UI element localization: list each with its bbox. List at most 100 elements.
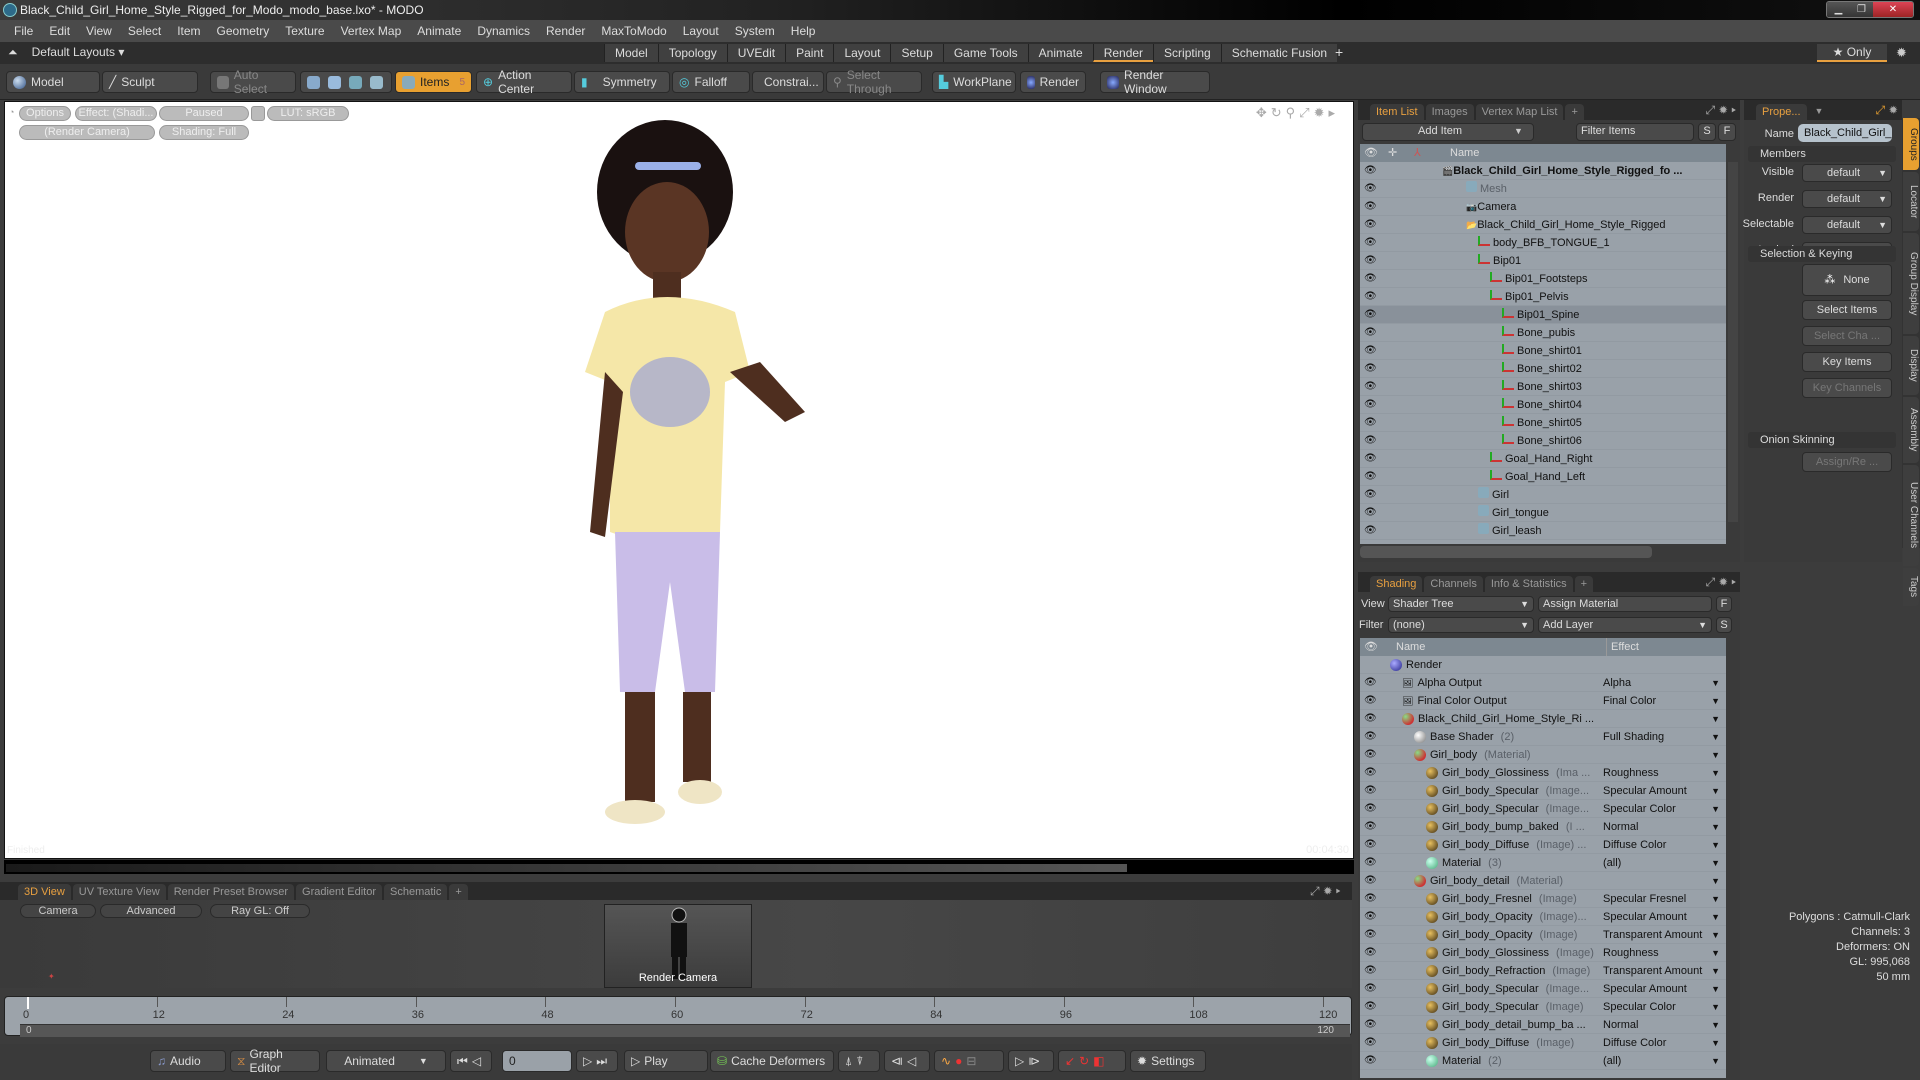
side-tab-tags[interactable]: Tags xyxy=(1903,568,1919,606)
tab-item-list[interactable]: Item List xyxy=(1370,104,1424,120)
tab-channels[interactable]: Channels xyxy=(1424,576,1483,592)
tab-game-tools[interactable]: Game Tools xyxy=(942,44,1028,62)
key-items-button[interactable]: Key Items xyxy=(1802,352,1892,372)
shader-row[interactable]: 👁 Girl_body (Material) ▼ xyxy=(1360,746,1726,764)
visibility-eye-icon[interactable]: 👁 xyxy=(1364,450,1378,468)
visibility-eye-icon[interactable]: 👁 xyxy=(1364,288,1378,306)
rotate-icon[interactable]: ↻ xyxy=(1271,105,1286,120)
viewport-menu-icon[interactable]: ◔ xyxy=(9,107,14,117)
chevron-down-icon[interactable]: ▼ xyxy=(1711,980,1720,998)
render-viewport[interactable]: ◔ Options Effect: (Shadi... Paused LUT: … xyxy=(4,101,1354,859)
visibility-eye-icon[interactable]: 👁 xyxy=(1364,252,1378,270)
maximize-icon[interactable]: ⤢ xyxy=(1310,884,1320,898)
visibility-eye-icon[interactable]: 👁 xyxy=(1364,908,1378,926)
effect-dropdown[interactable]: Alpha xyxy=(1603,674,1631,692)
shader-row[interactable]: 👁 Material (3) (all) ▼ xyxy=(1360,854,1726,872)
lut-dropdown[interactable]: LUT: sRGB xyxy=(267,106,349,121)
add-tab-button[interactable]: + xyxy=(1574,576,1594,592)
chevron-down-icon[interactable]: ▼ xyxy=(1711,728,1720,746)
tab-render[interactable]: Render xyxy=(1092,44,1154,62)
settings-button[interactable]: ✹ Settings xyxy=(1130,1050,1206,1072)
tab-model[interactable]: Model xyxy=(604,44,658,62)
item-list-horizontal-scrollbar[interactable] xyxy=(1360,546,1652,558)
tab-schematic[interactable]: Schematic xyxy=(384,884,448,900)
tab-info-statistics[interactable]: Info & Statistics xyxy=(1484,576,1573,592)
visibility-eye-icon[interactable]: 👁 xyxy=(1364,414,1378,432)
effect-dropdown[interactable]: Specular Amount xyxy=(1603,908,1687,926)
tab-3d-view[interactable]: 3D View xyxy=(18,884,71,900)
tab-layout[interactable]: Layout xyxy=(833,44,891,62)
chevron-down-icon[interactable]: ▼ xyxy=(1711,854,1720,872)
gear-icon[interactable]: ✹ xyxy=(1896,45,1907,61)
select-channels-button[interactable]: Select Cha ... xyxy=(1802,326,1892,346)
chevron-down-icon[interactable]: ▼ xyxy=(1711,908,1720,926)
render-dropdown[interactable]: default ▼ xyxy=(1802,190,1892,208)
menu-file[interactable]: File xyxy=(6,24,41,38)
tab-uvedit[interactable]: UVEdit xyxy=(726,44,786,62)
shader-row[interactable]: 👁 Material (2) (all) ▼ xyxy=(1360,1052,1726,1070)
filter-s-button[interactable]: S xyxy=(1698,123,1716,141)
item-row[interactable]: 👁 body_BFB_TONGUE_1 xyxy=(1360,234,1726,252)
next-keyframe-icon[interactable]: ⧐ xyxy=(1028,1054,1040,1068)
tab-gradient-editor[interactable]: Gradient Editor xyxy=(296,884,382,900)
tab-schematic-fusion[interactable]: Schematic Fusion xyxy=(1220,44,1338,62)
maximize-icon[interactable]: ⤢ xyxy=(1299,105,1313,120)
visibility-eye-icon[interactable]: 👁 xyxy=(1364,234,1378,252)
effect-dropdown[interactable]: Specular Color xyxy=(1603,998,1676,1016)
effect-dropdown[interactable]: (all) xyxy=(1603,1052,1621,1070)
shader-row[interactable]: 👁 🖼 Alpha Output Alpha ▼ xyxy=(1360,674,1726,692)
action-center-button[interactable]: ⊕ Action Center xyxy=(476,68,572,96)
close-button[interactable]: ✕ xyxy=(1873,2,1913,17)
name-column-header[interactable]: Name xyxy=(1450,144,1479,162)
next-key-icon[interactable]: ▷ xyxy=(583,1054,592,1068)
record-icon[interactable]: ● xyxy=(955,1054,962,1068)
shading-dropdown[interactable]: Shading: Full xyxy=(159,125,249,140)
visibility-eye-icon[interactable]: 👁 xyxy=(1364,854,1378,872)
item-row[interactable]: 👁 Bone_shirt03 xyxy=(1360,378,1726,396)
view-dropdown[interactable]: Shader Tree ▼ xyxy=(1388,596,1534,612)
visibility-eye-icon[interactable]: 👁 xyxy=(1364,180,1378,198)
tab-vertex-map-list[interactable]: Vertex Map List xyxy=(1475,104,1564,120)
vertices-mode-icon[interactable] xyxy=(307,75,320,89)
shader-row[interactable]: 👁 Girl_body_Specular (Image... Specular Am… xyxy=(1360,980,1726,998)
gear-icon[interactable]: ✹ xyxy=(1888,103,1898,117)
tab-images[interactable]: Images xyxy=(1425,104,1474,120)
effect-dropdown[interactable]: Specular Fresnel xyxy=(1603,890,1686,908)
chevron-down-icon[interactable]: ▼ xyxy=(1711,944,1720,962)
symmetry-button[interactable]: ▮ Symmetry xyxy=(574,71,670,93)
sculpt-mode-button[interactable]: ╱ Sculpt xyxy=(102,71,198,93)
chevron-down-icon[interactable]: ▼ xyxy=(1711,1016,1720,1034)
tab-render-preset-browser[interactable]: Render Preset Browser xyxy=(167,884,295,900)
tab-setup[interactable]: Setup xyxy=(890,44,943,62)
visibility-eye-icon[interactable]: 👁 xyxy=(1364,216,1378,234)
effect-dropdown[interactable]: Transparent Amount xyxy=(1603,962,1702,980)
effect-dropdown[interactable]: Diffuse Color xyxy=(1603,836,1666,854)
tab-shading[interactable]: Shading xyxy=(1370,576,1423,592)
visibility-eye-icon[interactable]: 👁 xyxy=(1364,1052,1378,1070)
shader-row[interactable]: 👁 Girl_body_Specular (Image) Specular Colo… xyxy=(1360,998,1726,1016)
maximize-icon[interactable]: ⤢ xyxy=(1876,103,1886,117)
side-tab-user-channels[interactable]: User Channels xyxy=(1903,465,1919,566)
visibility-eye-icon[interactable]: 👁 xyxy=(1364,764,1378,782)
gear-icon[interactable]: ✹ xyxy=(1323,884,1333,898)
shader-row[interactable]: 👁 Base Shader (2) Full Shading ▼ xyxy=(1360,728,1726,746)
selectable-dropdown[interactable]: default ▼ xyxy=(1802,216,1892,234)
side-tab-display[interactable]: Display xyxy=(1903,336,1919,395)
shader-row[interactable]: 👁 Girl_body_Specular (Image... Specular Am… xyxy=(1360,782,1726,800)
onion-skinning-section[interactable]: Onion Skinning xyxy=(1748,432,1896,448)
paused-button[interactable]: Paused xyxy=(159,106,249,121)
effect-dropdown[interactable]: Transparent Amount xyxy=(1603,926,1702,944)
menu-render[interactable]: Render xyxy=(538,24,593,38)
chevron-down-icon[interactable]: ▼ xyxy=(1711,818,1720,836)
settings-icon[interactable]: ✹ xyxy=(1314,105,1329,120)
effect-dropdown[interactable]: Roughness xyxy=(1603,764,1659,782)
shader-row[interactable]: 👁 Girl_body_Fresnel (Image) Specular Fresn… xyxy=(1360,890,1726,908)
item-row[interactable]: 👁 Bip01 xyxy=(1360,252,1726,270)
shader-row[interactable]: 👁 Girl_body_bump_baked (I ... Normal ▼ xyxy=(1360,818,1726,836)
properties-dropdown-icon[interactable]: ▼ xyxy=(1815,106,1824,120)
shader-row[interactable]: 👁 Girl_body_Diffuse (Image) ... Diffuse Co… xyxy=(1360,836,1726,854)
effect-dropdown[interactable]: Effect: (Shadi... xyxy=(75,106,157,121)
add-tab-button[interactable]: + xyxy=(449,884,468,900)
graph-editor-button[interactable]: ⧖ Graph Editor xyxy=(230,1047,320,1075)
add-item-dropdown-icon[interactable]: ▼ xyxy=(1514,126,1523,136)
